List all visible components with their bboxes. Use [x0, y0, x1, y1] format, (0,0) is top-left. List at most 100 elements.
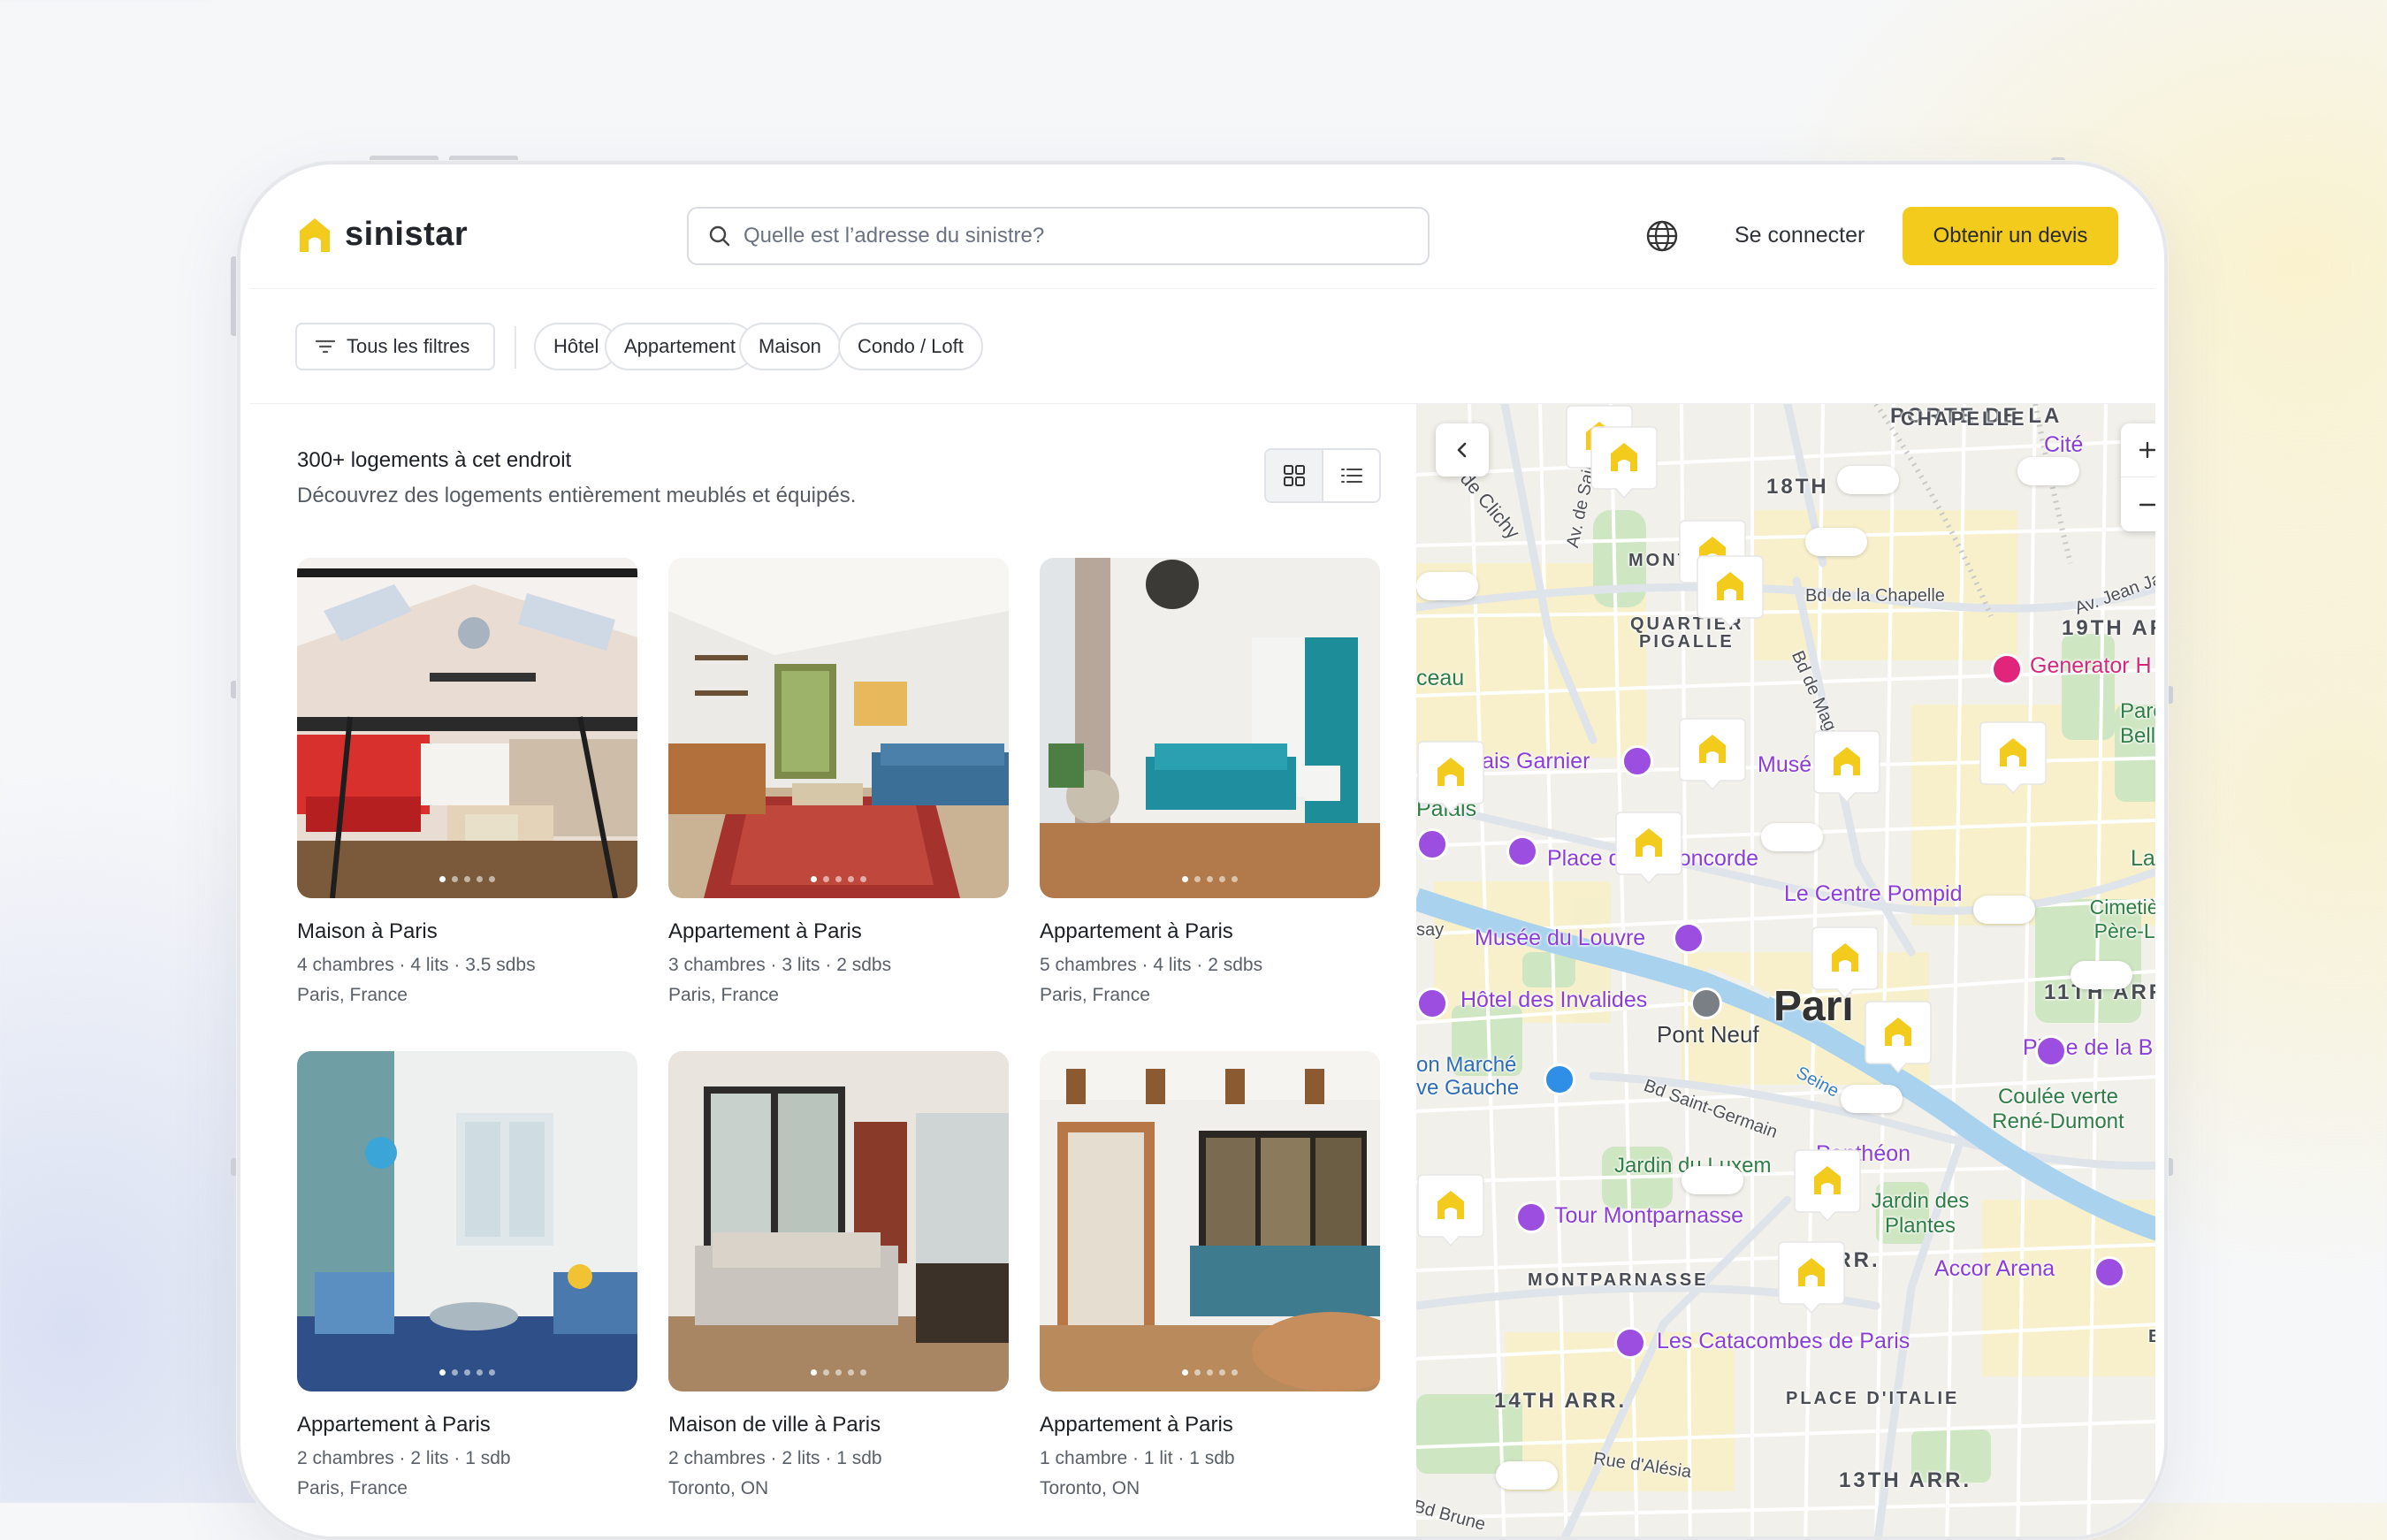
poi-tour-montparnasse[interactable]: Tour Montparnasse — [1554, 1203, 1743, 1229]
listing-location: Paris, France — [297, 985, 408, 1005]
carousel-dots[interactable] — [297, 1369, 637, 1376]
poi-louvre[interactable]: Musée du Louvre — [1475, 926, 1645, 951]
museum-poi-icon[interactable] — [1673, 922, 1704, 954]
map-label-montparnasse: MONTPARNASSE — [1528, 1270, 1709, 1290]
poi-pompidou[interactable]: Le Centre Pompid — [1784, 881, 1963, 907]
poi-invalides[interactable]: Hôtel des Invalides — [1460, 987, 1647, 1013]
map-label-19th: 19TH AR — [2062, 616, 2155, 640]
listing-pin-icon[interactable] — [1864, 1000, 1933, 1074]
listing-pin-icon[interactable] — [1777, 1240, 1846, 1315]
camera-poi-icon[interactable] — [2035, 1035, 2067, 1067]
hotel-poi-icon[interactable] — [1991, 653, 2023, 685]
price-bubble[interactable] — [1973, 896, 2035, 924]
landmark-poi-icon[interactable] — [1416, 987, 1448, 1019]
all-filters-button[interactable]: Tous les filtres — [295, 323, 495, 370]
transit-poi-icon[interactable] — [1690, 987, 1722, 1019]
listing-card[interactable]: Appartement à Paris 1 chambre · 1 lit · … — [1040, 1051, 1380, 1499]
listing-photo[interactable] — [1040, 1051, 1380, 1391]
minus-icon — [2139, 503, 2155, 506]
app-screen: sinistar Se connecter Obtenir un devis T… — [249, 172, 2155, 1536]
list-view-button[interactable] — [1323, 450, 1379, 501]
listing-pin-icon[interactable] — [1793, 1148, 1862, 1223]
listing-pin-icon[interactable] — [1614, 811, 1683, 885]
filter-bar: Tous les filtres Hôtel Appartement Maiso… — [249, 289, 2155, 404]
carousel-dots[interactable] — [668, 1369, 1009, 1376]
house-logo-icon — [300, 217, 330, 252]
signin-link[interactable]: Se connecter — [1735, 223, 1865, 248]
listing-pin-icon[interactable] — [1590, 425, 1659, 499]
collapse-map-button[interactable] — [1436, 423, 1489, 476]
price-bubble[interactable] — [1761, 823, 1823, 851]
camera-poi-icon[interactable] — [1506, 835, 1538, 867]
park-monceau: ceau — [1416, 666, 1465, 690]
listing-pin-icon[interactable] — [1812, 729, 1881, 804]
zoom-out-button[interactable] — [2121, 477, 2155, 531]
chip-condo-loft[interactable]: Condo / Loft — [838, 323, 983, 370]
carousel-dots[interactable] — [668, 876, 1009, 882]
listing-pin-icon[interactable] — [1678, 717, 1747, 791]
price-bubble[interactable] — [1682, 1166, 1743, 1194]
stadium-poi-icon[interactable] — [2093, 1256, 2125, 1288]
map-view[interactable]: PORTE DE LA CHAPELLE 18TH MONT QUARTIER … — [1416, 404, 2155, 1536]
listing-card[interactable]: Maison de ville à Paris 2 chambres · 2 l… — [668, 1051, 1009, 1499]
listing-card[interactable]: Appartement à Paris 5 chambres · 4 lits … — [1040, 558, 1380, 1006]
poi-cite[interactable]: Cité — [2044, 432, 2083, 458]
listing-location: Toronto, ON — [668, 1478, 769, 1498]
carousel-dots[interactable] — [297, 876, 637, 882]
listing-pin-icon[interactable] — [1696, 554, 1765, 629]
camera-poi-icon[interactable] — [1515, 1201, 1547, 1233]
carousel-dots[interactable] — [1040, 876, 1380, 882]
logo[interactable]: sinistar — [297, 216, 468, 254]
listing-title: Appartement à Paris — [1040, 1413, 1233, 1437]
poi-generator-hostel[interactable]: Generator H — [2030, 653, 2152, 679]
price-bubble[interactable] — [1841, 1085, 1903, 1113]
road-bd-chapelle: Bd de la Chapelle — [1805, 586, 1945, 606]
price-bubble[interactable] — [1837, 466, 1899, 494]
listing-pin-icon[interactable] — [1416, 1173, 1485, 1247]
listing-location: Toronto, ON — [1040, 1478, 1140, 1498]
listing-details: 2 chambres · 2 lits · 1 sdb — [297, 1448, 511, 1468]
listing-photo[interactable] — [297, 1051, 637, 1391]
listing-pin-icon[interactable] — [1811, 926, 1880, 1000]
price-bubble[interactable] — [2017, 457, 2079, 485]
search-input[interactable] — [744, 224, 1398, 248]
shopping-poi-icon[interactable] — [1544, 1064, 1575, 1095]
chevron-left-icon — [1457, 442, 1467, 458]
get-quote-button[interactable]: Obtenir un devis — [1903, 207, 2118, 265]
park-belleville: Parc Belle — [2120, 699, 2155, 748]
tablet-frame: sinistar Se connecter Obtenir un devis T… — [237, 161, 2168, 1540]
price-bubble[interactable] — [1496, 1461, 1558, 1490]
music-poi-icon[interactable] — [1621, 745, 1653, 777]
listing-title: Appartement à Paris — [668, 919, 862, 943]
price-bubble[interactable] — [1805, 528, 1867, 556]
listing-card[interactable]: Appartement à Paris 2 chambres · 2 lits … — [297, 1051, 637, 1499]
landmark-poi-icon[interactable] — [1614, 1327, 1646, 1359]
listing-pin-icon[interactable] — [1979, 720, 2048, 795]
museum-poi-icon[interactable] — [1416, 828, 1448, 860]
view-toggle — [1264, 448, 1381, 503]
park-coulee-verte: Coulée verte René-Dumont — [1992, 1085, 2124, 1133]
listing-photo[interactable] — [668, 558, 1009, 898]
listing-photo[interactable] — [1040, 558, 1380, 898]
listing-details: 5 chambres · 4 lits · 2 sdbs — [1040, 955, 1263, 975]
listing-pin-icon[interactable] — [1416, 740, 1485, 814]
chip-apartment[interactable]: Appartement — [605, 323, 755, 370]
chip-house[interactable]: Maison — [739, 323, 841, 370]
poi-musee[interactable]: Musé — [1758, 752, 1811, 778]
carousel-dots[interactable] — [1040, 1369, 1380, 1376]
map-label-pigalle: PIGALLE — [1639, 632, 1735, 652]
price-bubble[interactable] — [2071, 961, 2132, 989]
grid-icon — [1283, 465, 1305, 486]
globe-icon[interactable] — [1644, 218, 1680, 254]
listing-card[interactable]: Appartement à Paris 3 chambres · 3 lits … — [668, 558, 1009, 1006]
listing-card[interactable]: Maison à Paris 4 chambres · 4 lits · 3.5… — [297, 558, 637, 1006]
grid-view-button[interactable] — [1266, 450, 1323, 501]
map-label-pont-neuf: Pont Neuf — [1657, 1021, 1759, 1048]
zoom-in-button[interactable] — [2121, 423, 2155, 477]
price-bubble[interactable] — [1416, 572, 1478, 600]
listing-photo[interactable] — [297, 558, 637, 898]
address-search[interactable] — [687, 207, 1430, 265]
poi-catacombes[interactable]: Les Catacombes de Paris — [1657, 1329, 1910, 1354]
listing-photo[interactable] — [668, 1051, 1009, 1391]
poi-accor-arena[interactable]: Accor Arena — [1934, 1256, 2055, 1282]
